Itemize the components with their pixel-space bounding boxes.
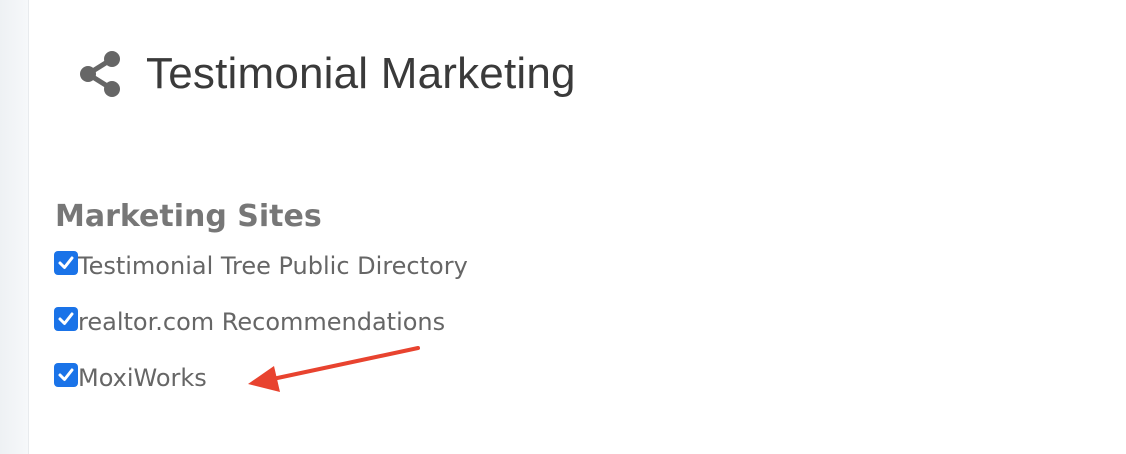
checkmark-icon bbox=[58, 312, 74, 325]
site-item-testimonial-tree[interactable]: Testimonial Tree Public Directory bbox=[54, 246, 468, 286]
marketing-sites-heading: Marketing Sites bbox=[55, 199, 322, 234]
site-label: MoxiWorks bbox=[78, 364, 207, 392]
checkmark-icon bbox=[58, 256, 74, 269]
share-icon bbox=[78, 49, 122, 99]
checkmark-icon bbox=[58, 368, 74, 381]
site-label: Testimonial Tree Public Directory bbox=[78, 252, 468, 280]
site-label: realtor.com Recommendations bbox=[78, 308, 446, 336]
site-item-realtor[interactable]: realtor.com Recommendations bbox=[54, 302, 468, 342]
checkbox-moxiworks[interactable] bbox=[54, 363, 78, 387]
page: Testimonial Marketing Marketing Sites Te… bbox=[0, 0, 1126, 454]
page-header: Testimonial Marketing bbox=[78, 46, 576, 102]
checkbox-realtor[interactable] bbox=[54, 307, 78, 331]
annotation-arrow-icon bbox=[248, 346, 420, 392]
checkbox-testimonial-tree[interactable] bbox=[54, 251, 78, 275]
page-title: Testimonial Marketing bbox=[146, 49, 576, 98]
left-sidebar-edge bbox=[0, 0, 29, 454]
